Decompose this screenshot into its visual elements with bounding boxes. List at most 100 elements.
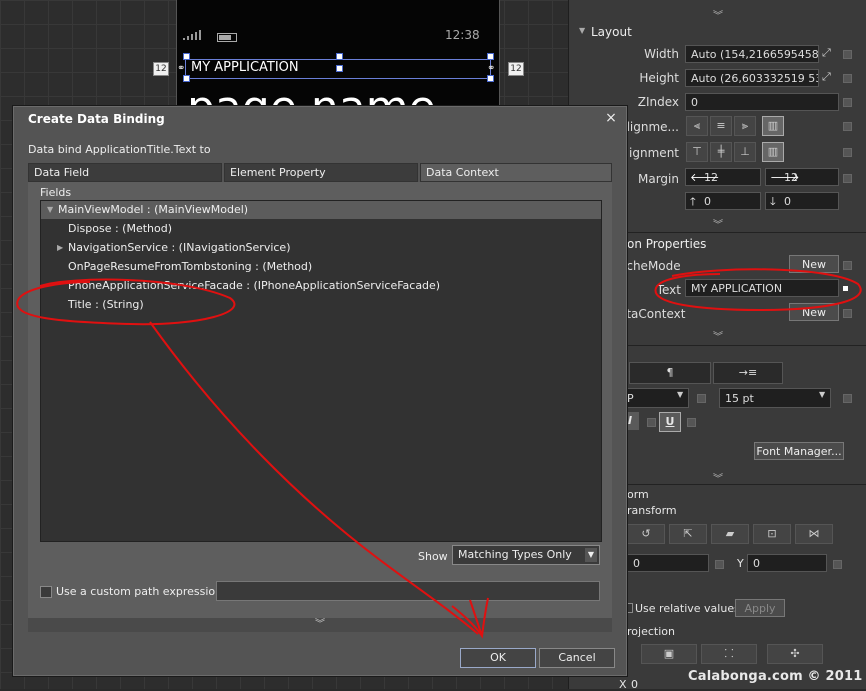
collapsed-arrow-icon[interactable]: ▶ bbox=[57, 239, 63, 257]
custom-path-input[interactable] bbox=[216, 581, 600, 601]
arrow-up-icon: 🡑 bbox=[690, 195, 696, 208]
width-label: Width bbox=[644, 47, 679, 61]
align-middle-icon[interactable]: ╪ bbox=[710, 142, 732, 162]
tab-data-context[interactable]: Data Context bbox=[420, 163, 612, 182]
tree-item[interactable]: ▼ MainViewModel : (MainViewModel) bbox=[41, 201, 601, 219]
chevron-down-icon[interactable]: ▼ bbox=[677, 390, 687, 399]
cachemode-new-button[interactable]: New bbox=[789, 255, 839, 273]
more-options-chevron-icon[interactable]: ︾ bbox=[28, 618, 612, 632]
tree-item[interactable]: ▶ NavigationService : (INavigationServic… bbox=[41, 239, 601, 257]
data-bound-marker[interactable] bbox=[843, 286, 848, 291]
fields-tree[interactable]: ▼ MainViewModel : (MainViewModel) Dispos… bbox=[40, 200, 602, 542]
tree-item[interactable]: PhoneApplicationServiceFacade : (IPhoneA… bbox=[41, 277, 601, 295]
font-manager-button[interactable]: Font Manager... bbox=[754, 442, 844, 460]
app-title-text[interactable]: MY APPLICATION bbox=[191, 60, 299, 75]
advanced-options-marker[interactable] bbox=[715, 560, 724, 569]
auto-size-icon[interactable]: ⤢ bbox=[822, 70, 831, 84]
margin-right-field[interactable]: 🡒 12 bbox=[765, 168, 839, 186]
chevron-down-icon[interactable]: ▼ bbox=[819, 390, 829, 399]
indent-tab[interactable]: →≡ bbox=[713, 362, 783, 384]
layout-section-header[interactable]: ▼ Layout bbox=[569, 24, 866, 42]
y-label: Y bbox=[737, 557, 744, 570]
resize-handle[interactable] bbox=[183, 75, 190, 82]
phone-preview: 12:38 MY APPLICATION page name bbox=[176, 0, 500, 130]
align-stretch-icon[interactable]: ▥ bbox=[762, 116, 784, 136]
margin-left-field[interactable]: 🡐 12 bbox=[685, 168, 761, 186]
margin-top-field[interactable]: 🡑 0 bbox=[685, 192, 761, 210]
underline-button[interactable]: U bbox=[659, 412, 681, 432]
skew-tab-icon[interactable]: ▰ bbox=[711, 524, 749, 544]
resize-handle[interactable] bbox=[336, 65, 343, 72]
tab-data-field[interactable]: Data Field bbox=[28, 163, 222, 182]
advanced-options-marker[interactable] bbox=[647, 418, 656, 427]
tab-element-property[interactable]: Element Property bbox=[224, 163, 418, 182]
scale-tab-icon[interactable]: ⇱ bbox=[669, 524, 707, 544]
tree-item[interactable]: Dispose : (Method) bbox=[41, 220, 601, 238]
advanced-options-marker[interactable] bbox=[843, 98, 852, 107]
advanced-options-marker[interactable] bbox=[843, 309, 852, 318]
projection-center-icon[interactable]: ▣ bbox=[641, 644, 697, 664]
advanced-options-marker[interactable] bbox=[833, 560, 842, 569]
font-size-select[interactable]: 15 pt bbox=[719, 388, 831, 408]
close-icon[interactable]: × bbox=[603, 110, 619, 126]
custom-path-checkbox[interactable] bbox=[40, 586, 52, 598]
bottom-x-label: X bbox=[619, 678, 627, 691]
center-point-tab-icon[interactable]: ⊡ bbox=[753, 524, 791, 544]
chevron-down-icon[interactable]: ▼ bbox=[585, 548, 597, 562]
width-field[interactable]: Auto (154,2166595458... bbox=[685, 45, 819, 63]
height-field[interactable]: Auto (26,603332519 53... bbox=[685, 69, 819, 87]
zindex-field[interactable]: 0 bbox=[685, 93, 839, 111]
link-icon: ⚭ bbox=[487, 63, 496, 74]
cancel-button[interactable]: Cancel bbox=[539, 648, 615, 668]
transform-header[interactable]: orm bbox=[627, 488, 649, 501]
transform-x-field[interactable]: 0 bbox=[627, 554, 709, 572]
arrow-down-icon: 🡓 bbox=[770, 195, 776, 208]
signal-icon bbox=[183, 30, 203, 40]
advanced-options-marker[interactable] bbox=[697, 394, 706, 403]
text-field[interactable]: MY APPLICATION bbox=[685, 279, 839, 297]
advanced-options-marker[interactable] bbox=[843, 50, 852, 59]
rotate-tab-icon[interactable]: ↺ bbox=[627, 524, 665, 544]
advanced-options-marker[interactable] bbox=[843, 394, 852, 403]
show-filter-select[interactable]: Matching Types Only ▼ bbox=[452, 545, 600, 565]
advanced-options-marker[interactable] bbox=[843, 122, 852, 131]
datacontext-new-button[interactable]: New bbox=[789, 303, 839, 321]
transform-y-field[interactable]: 0 bbox=[747, 554, 827, 572]
resize-handle[interactable] bbox=[487, 75, 494, 82]
advanced-options-marker[interactable] bbox=[843, 261, 852, 270]
align-top-icon[interactable]: ⊤ bbox=[686, 142, 708, 162]
margin-bottom-field[interactable]: 🡓 0 bbox=[765, 192, 839, 210]
projection-global-icon[interactable]: ⸬ bbox=[701, 644, 757, 664]
ok-button[interactable]: OK bbox=[460, 648, 536, 668]
advanced-options-marker[interactable] bbox=[843, 174, 852, 183]
expanded-arrow-icon[interactable]: ▼ bbox=[47, 201, 53, 219]
resize-handle[interactable] bbox=[487, 53, 494, 60]
battery-icon bbox=[217, 33, 237, 42]
projection-header[interactable]: rojection bbox=[627, 625, 675, 638]
auto-size-icon[interactable]: ⤢ bbox=[822, 46, 831, 60]
apply-button[interactable]: Apply bbox=[735, 599, 785, 617]
data-context-pane: Fields ▼ MainViewModel : (MainViewModel)… bbox=[28, 182, 612, 632]
collapse-chevron-icon[interactable]: ︾ bbox=[569, 7, 866, 22]
align-center-icon[interactable]: ≡ bbox=[710, 116, 732, 136]
margin-left-tag: 12 bbox=[153, 62, 169, 76]
paragraph-tab[interactable]: ¶ bbox=[629, 362, 711, 384]
tree-item-label: NavigationService : (INavigationService) bbox=[68, 241, 291, 254]
align-right-icon[interactable]: ⫸ bbox=[734, 116, 756, 136]
render-transform-label: ransform bbox=[627, 504, 677, 517]
align-left-icon[interactable]: ⫷ bbox=[686, 116, 708, 136]
advanced-options-marker[interactable] bbox=[843, 148, 852, 157]
height-label: Height bbox=[639, 71, 679, 85]
projection-local-icon[interactable]: ✣ bbox=[767, 644, 823, 664]
tree-item[interactable]: OnPageResumeFromTombstoning : (Method) bbox=[41, 258, 601, 276]
flip-tab-icon[interactable]: ⋈ bbox=[795, 524, 833, 544]
watermark: Calabonga.com © 2011 bbox=[688, 669, 863, 684]
align-bottom-icon[interactable]: ⊥ bbox=[734, 142, 756, 162]
tree-item[interactable]: Title : (String) bbox=[41, 296, 601, 314]
tree-item-label: OnPageResumeFromTombstoning : (Method) bbox=[68, 260, 313, 273]
valign-stretch-icon[interactable]: ▥ bbox=[762, 142, 784, 162]
resize-handle[interactable] bbox=[183, 53, 190, 60]
advanced-options-marker[interactable] bbox=[687, 418, 696, 427]
advanced-options-marker[interactable] bbox=[843, 74, 852, 83]
resize-handle[interactable] bbox=[336, 53, 343, 60]
